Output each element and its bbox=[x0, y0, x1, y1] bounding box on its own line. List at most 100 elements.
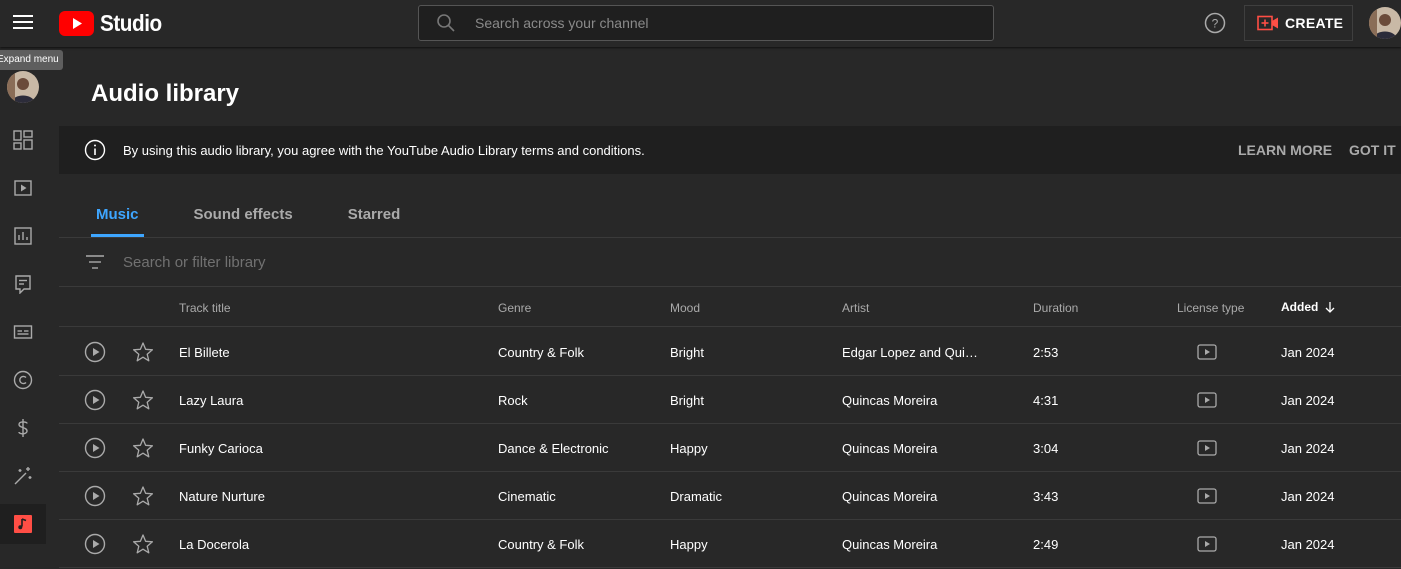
star-icon[interactable] bbox=[132, 533, 154, 555]
content-icon bbox=[14, 180, 32, 196]
help-icon[interactable]: ? bbox=[1204, 12, 1226, 34]
table-row[interactable]: La Docerola Country & Folk Happy Quincas Mo… bbox=[59, 520, 1401, 568]
expand-menu-tooltip: Expand menu bbox=[0, 50, 63, 70]
license-youtube-icon[interactable] bbox=[1197, 440, 1217, 456]
table-row[interactable]: El Billete Country & Folk Bright Edgar Lope… bbox=[59, 328, 1401, 376]
terms-banner-text: By using this audio library, you agree w… bbox=[123, 142, 645, 158]
channel-search[interactable] bbox=[418, 5, 994, 41]
got-it-button[interactable]: GOT IT bbox=[1349, 142, 1396, 158]
track-artist: Quincas Moreira bbox=[842, 489, 938, 504]
column-header-genre[interactable]: Genre bbox=[498, 301, 531, 315]
tab-sound-effects[interactable]: Sound effects bbox=[189, 206, 298, 237]
license-youtube-icon[interactable] bbox=[1197, 344, 1217, 360]
svg-text:?: ? bbox=[1212, 17, 1219, 31]
customization-icon bbox=[14, 467, 32, 485]
top-bar: Studio ? CREATE bbox=[0, 0, 1401, 47]
play-icon[interactable] bbox=[84, 341, 106, 363]
column-header-added[interactable]: Added bbox=[1281, 300, 1336, 314]
track-mood: Bright bbox=[670, 345, 704, 360]
studio-logo[interactable]: Studio bbox=[59, 10, 169, 36]
star-icon[interactable] bbox=[132, 485, 154, 507]
filter-icon[interactable] bbox=[85, 252, 105, 272]
channel-search-input[interactable] bbox=[475, 15, 955, 31]
sidebar-item-dashboard[interactable] bbox=[0, 120, 46, 160]
dashboard-icon bbox=[13, 130, 33, 150]
track-duration: 2:49 bbox=[1033, 537, 1059, 552]
track-duration: 3:04 bbox=[1033, 441, 1059, 456]
track-genre: Dance & Electronic bbox=[498, 441, 609, 456]
license-youtube-icon[interactable] bbox=[1197, 488, 1217, 504]
track-artist: Quincas Moreira bbox=[842, 441, 938, 456]
tab-music[interactable]: Music bbox=[91, 206, 144, 237]
sidebar-item-comments[interactable] bbox=[0, 264, 46, 304]
create-button-label: CREATE bbox=[1285, 15, 1344, 31]
tab-starred[interactable]: Starred bbox=[343, 206, 406, 237]
table-header: Track title Genre Mood Artist Duration L… bbox=[59, 287, 1401, 327]
track-added: Jan 2024 bbox=[1281, 441, 1335, 456]
sidebar-item-copyright[interactable] bbox=[0, 360, 46, 400]
studio-wordmark: Studio bbox=[100, 9, 162, 36]
track-duration: 2:53 bbox=[1033, 345, 1059, 360]
sidebar: Expand menu bbox=[0, 47, 63, 569]
track-title: Nature Nurture bbox=[179, 489, 265, 504]
track-mood: Happy bbox=[670, 537, 708, 552]
track-title: Lazy Laura bbox=[179, 393, 244, 408]
create-video-icon bbox=[1257, 15, 1278, 31]
page-title: Audio library bbox=[91, 80, 240, 107]
table-row[interactable]: Lazy Laura Rock Bright Quincas Moreira 4:31 J… bbox=[59, 376, 1401, 424]
track-genre: Rock bbox=[498, 393, 528, 408]
track-mood: Happy bbox=[670, 441, 708, 456]
track-genre: Cinematic bbox=[498, 489, 556, 504]
hamburger-menu-icon[interactable] bbox=[12, 11, 34, 33]
track-artist: Quincas Moreira bbox=[842, 393, 938, 408]
table-row[interactable]: Nature Nurture Cinematic Dramatic Quincas M… bbox=[59, 472, 1401, 520]
sidebar-item-subtitles[interactable] bbox=[0, 312, 46, 352]
track-duration: 3:43 bbox=[1033, 489, 1059, 504]
track-duration: 4:31 bbox=[1033, 393, 1059, 408]
terms-banner: By using this audio library, you agree w… bbox=[59, 126, 1401, 174]
divider bbox=[59, 326, 1401, 327]
library-tabs: Music Sound effects Starred bbox=[91, 206, 450, 237]
sidebar-item-audio-library[interactable] bbox=[0, 504, 46, 544]
column-header-title[interactable]: Track title bbox=[179, 301, 231, 315]
track-added: Jan 2024 bbox=[1281, 489, 1335, 504]
audio-library-icon bbox=[14, 515, 32, 533]
column-header-mood[interactable]: Mood bbox=[670, 301, 700, 315]
earn-icon bbox=[18, 419, 28, 437]
play-icon[interactable] bbox=[84, 533, 106, 555]
license-youtube-icon[interactable] bbox=[1197, 392, 1217, 408]
filter-bar bbox=[59, 238, 1401, 286]
sidebar-item-analytics[interactable] bbox=[0, 216, 46, 256]
learn-more-button[interactable]: LEARN MORE bbox=[1238, 142, 1332, 158]
comments-icon bbox=[15, 275, 31, 294]
track-title: La Docerola bbox=[179, 537, 250, 552]
create-button[interactable]: CREATE bbox=[1244, 5, 1353, 41]
track-artist: Quincas Moreira bbox=[842, 537, 938, 552]
license-youtube-icon[interactable] bbox=[1197, 536, 1217, 552]
star-icon[interactable] bbox=[132, 437, 154, 459]
channel-avatar[interactable] bbox=[7, 71, 39, 103]
sidebar-item-content[interactable] bbox=[0, 168, 46, 208]
play-icon[interactable] bbox=[84, 437, 106, 459]
info-icon bbox=[84, 139, 106, 161]
filter-input[interactable] bbox=[123, 253, 723, 271]
play-icon[interactable] bbox=[84, 485, 106, 507]
column-header-duration[interactable]: Duration bbox=[1033, 301, 1078, 315]
main-content: Audio library By using this audio librar… bbox=[59, 56, 1401, 569]
star-icon[interactable] bbox=[132, 389, 154, 411]
account-avatar[interactable] bbox=[1369, 7, 1401, 39]
track-title: El Billete bbox=[179, 345, 230, 360]
star-icon[interactable] bbox=[132, 341, 154, 363]
track-title: Funky Carioca bbox=[179, 441, 263, 456]
search-icon bbox=[435, 12, 457, 34]
column-header-license[interactable]: License type bbox=[1177, 301, 1244, 315]
sidebar-item-earn[interactable] bbox=[0, 408, 46, 448]
column-header-artist[interactable]: Artist bbox=[842, 301, 869, 315]
play-icon[interactable] bbox=[84, 389, 106, 411]
sidebar-item-customization[interactable] bbox=[0, 456, 46, 496]
table-row[interactable]: Funky Carioca Dance & Electronic Happy Quin… bbox=[59, 424, 1401, 472]
youtube-logo-icon bbox=[59, 10, 94, 36]
track-mood: Dramatic bbox=[670, 489, 723, 504]
track-added: Jan 2024 bbox=[1281, 537, 1335, 552]
track-artist: Edgar Lopez and Quincas Moreira bbox=[842, 345, 982, 360]
